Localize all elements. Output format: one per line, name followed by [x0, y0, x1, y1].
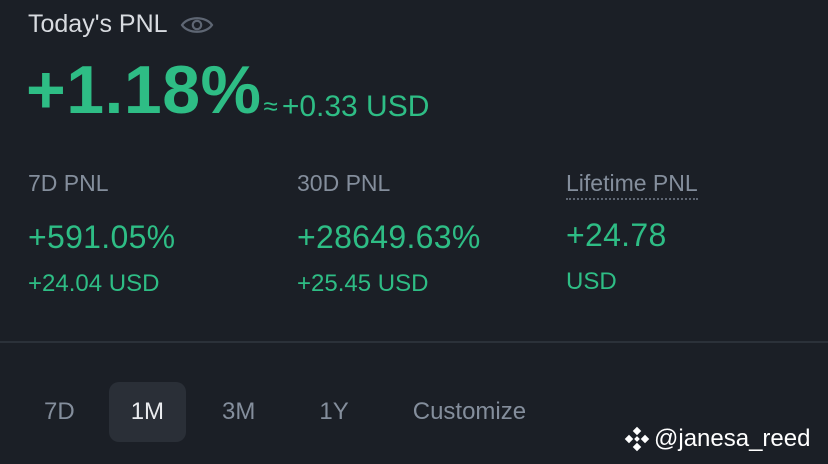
- tab-1m[interactable]: 1M: [108, 382, 187, 442]
- stat-lifetime-value: +24.78: [566, 217, 667, 253]
- stat-7d: 7D PNL +591.05% +24.04 USD: [28, 170, 175, 298]
- approx-symbol: ≈: [263, 91, 278, 121]
- stat-30d-usd: +25.45 USD: [297, 270, 429, 297]
- today-pnl-header: Today's PNL: [28, 10, 214, 39]
- eye-icon[interactable]: [180, 14, 214, 36]
- stat-lifetime-unit: USD: [566, 268, 617, 295]
- stat-30d-label: 30D PNL: [297, 170, 391, 196]
- pnl-screen: Today's PNL +1.18% ≈ +0.33 USD 7D PNL +5…: [0, 0, 828, 464]
- stat-7d-label: 7D PNL: [28, 170, 109, 196]
- stat-30d: 30D PNL +28649.63% +25.45 USD: [297, 170, 481, 298]
- stat-7d-percent: +591.05%: [28, 219, 176, 255]
- tab-7d[interactable]: 7D: [22, 382, 97, 442]
- tab-1y[interactable]: 1Y: [297, 382, 370, 442]
- tab-3m[interactable]: 3M: [200, 382, 277, 442]
- stat-lifetime-label[interactable]: Lifetime PNL: [566, 170, 698, 200]
- stat-7d-usd: +24.04 USD: [28, 270, 160, 297]
- today-pnl-values: +1.18% ≈ +0.33 USD: [26, 56, 429, 124]
- period-tabs: 7D 1M 3M 1Y Customize: [22, 382, 548, 442]
- binance-logo-icon: [624, 426, 650, 452]
- watermark-handle: @janesa_reed: [654, 425, 811, 452]
- tab-customize[interactable]: Customize: [391, 382, 548, 442]
- today-pnl-title: Today's PNL: [28, 10, 168, 38]
- stat-30d-percent: +28649.63%: [297, 219, 481, 255]
- today-pnl-percent: +1.18%: [26, 52, 262, 128]
- watermark: @janesa_reed: [624, 423, 810, 455]
- today-pnl-usd: +0.33 USD: [281, 90, 430, 123]
- section-divider: [0, 341, 828, 343]
- stat-lifetime: Lifetime PNL +24.78 USD: [566, 170, 698, 296]
